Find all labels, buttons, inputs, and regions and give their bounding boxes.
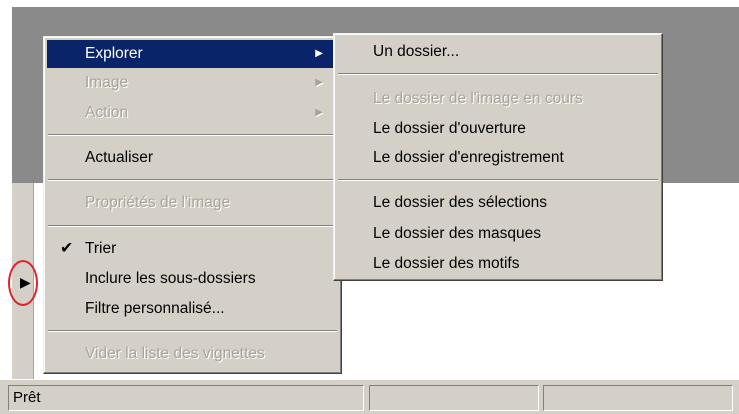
menu-separator bbox=[48, 179, 337, 181]
submenu-item-current-image-folder[interactable]: Le dossier de l'image en cours bbox=[337, 85, 659, 113]
submenu-item-selections-folder[interactable]: Le dossier des sélections bbox=[337, 189, 659, 217]
submenu-item-save-folder[interactable]: Le dossier d'enregistrement bbox=[337, 144, 659, 172]
explorer-submenu: Un dossier... Le dossier de l'image en c… bbox=[333, 33, 663, 281]
submenu-item-a-folder[interactable]: Un dossier... bbox=[337, 38, 659, 66]
submenu-item-masks-folder[interactable]: Le dossier des masques bbox=[337, 220, 659, 248]
menu-item-clear-thumbnails[interactable]: Vider la liste des vignettes bbox=[47, 340, 338, 368]
submenu-item-patterns-folder[interactable]: Le dossier des motifs bbox=[337, 250, 659, 278]
submenu-item-open-folder[interactable]: Le dossier d'ouverture bbox=[337, 115, 659, 143]
status-panel-3 bbox=[543, 385, 733, 411]
menu-item-action[interactable]: Action ▶ bbox=[47, 99, 338, 127]
menu-separator bbox=[48, 330, 337, 332]
menu-separator bbox=[338, 73, 658, 75]
status-panel-2 bbox=[369, 385, 539, 411]
menu-item-include-subfolders[interactable]: Inclure les sous-dossiers bbox=[47, 265, 338, 293]
submenu-arrow-icon: ▶ bbox=[315, 107, 323, 118]
context-menu: Explorer ▶ Image ▶ Action ▶ Actualiser P… bbox=[43, 36, 342, 374]
annotation-circle bbox=[8, 260, 38, 306]
submenu-arrow-icon: ▶ bbox=[315, 48, 323, 59]
menu-item-custom-filter[interactable]: Filtre personnalisé... bbox=[47, 295, 338, 323]
menu-item-sort[interactable]: ✔ Trier bbox=[47, 235, 338, 263]
menu-separator bbox=[338, 179, 658, 181]
status-panel-main: Prêt bbox=[8, 385, 364, 411]
menu-item-image[interactable]: Image ▶ bbox=[47, 69, 338, 97]
menu-separator bbox=[48, 225, 337, 227]
status-bar: Prêt bbox=[0, 379, 739, 414]
menu-item-refresh[interactable]: Actualiser bbox=[47, 144, 338, 172]
menu-item-image-properties[interactable]: Propriétés de l'image bbox=[47, 189, 338, 217]
menu-item-explorer[interactable]: Explorer ▶ bbox=[47, 40, 338, 68]
menu-separator bbox=[48, 134, 337, 136]
status-text: Prêt bbox=[13, 389, 41, 406]
checkmark-icon: ✔ bbox=[60, 240, 74, 257]
submenu-arrow-icon: ▶ bbox=[315, 77, 323, 88]
